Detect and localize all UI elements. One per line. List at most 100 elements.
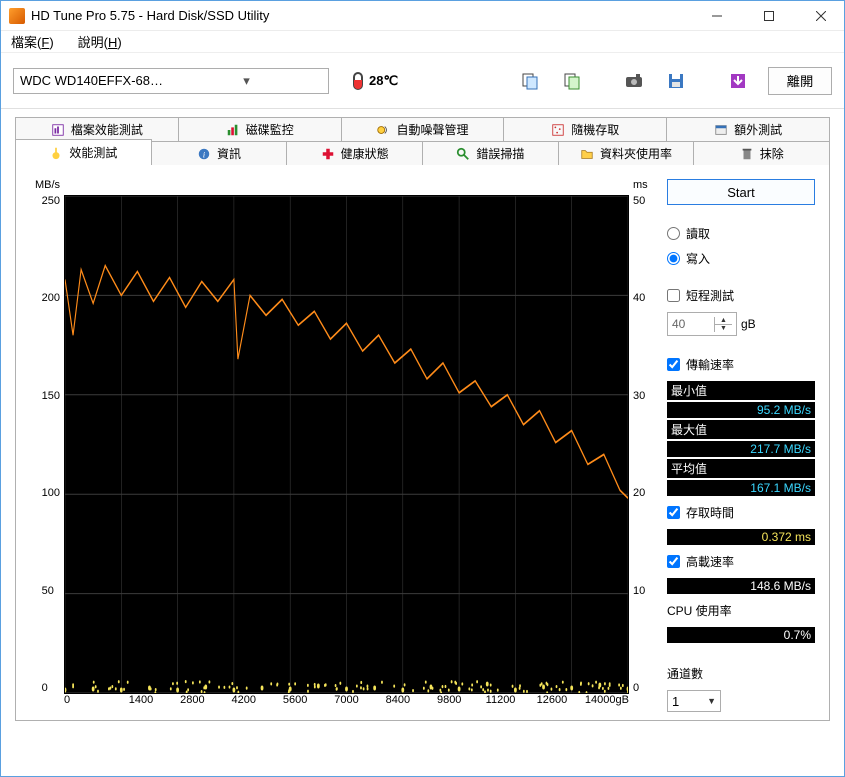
app-window: HD Tune Pro 5.75 - Hard Disk/SSD Utility… [0, 0, 845, 777]
channels-select[interactable]: 1 ▼ [667, 690, 721, 712]
menubar: 檔案(F) 說明(H) [1, 31, 844, 53]
stat-cpu-value: 0.7% [667, 627, 815, 643]
drive-select[interactable]: WDC WD140EFFX-68VBXN0 (14000 gB) ▾ [13, 68, 329, 94]
mode-read-radio[interactable]: 讀取 [667, 225, 815, 242]
thermometer-icon [353, 72, 363, 90]
write-label: 寫入 [686, 250, 710, 267]
tab-benchmark[interactable]: 效能測試 [15, 139, 152, 165]
chevron-down-icon: ▼ [707, 696, 716, 706]
access-time-check[interactable]: 存取時間 [667, 504, 815, 521]
benchmark-content: MB/s 250200150100500 [16, 165, 829, 720]
maximize-button[interactable] [746, 1, 792, 31]
channels-value: 1 [672, 694, 679, 709]
burst-rate-checkbox[interactable] [667, 555, 680, 568]
camera-icon [624, 71, 644, 91]
tab-file-benchmark[interactable]: 檔案效能測試 [15, 117, 179, 141]
tabs-area: 檔案效能測試 磁碟監控 自動噪聲管理 隨機存取 額外測試 效能測試i資訊健康狀態 錯誤掃描… [1, 109, 844, 721]
erase-icon [740, 147, 754, 161]
exit-button[interactable]: 離開 [768, 67, 832, 95]
error-scan-icon [456, 147, 470, 161]
tab-aam[interactable]: 自動噪聲管理 [342, 117, 505, 141]
stat-min-label: 最小值 [667, 381, 815, 400]
transfer-rate-label: 傳輸速率 [686, 356, 734, 373]
benchmark-icon [49, 146, 63, 160]
short-length-spin: ▲▼ gB [667, 312, 815, 336]
tab-page-benchmark: MB/s 250200150100500 [15, 165, 830, 721]
stat-min-value: 95.2 MB/s [667, 402, 815, 418]
access-time-checkbox[interactable] [667, 506, 680, 519]
transfer-stats: 最小值 95.2 MB/s 最大值 217.7 MB/s 平均值 167.1 M… [667, 381, 815, 496]
close-button[interactable] [798, 1, 844, 31]
spin-arrows[interactable]: ▲▼ [714, 317, 732, 332]
stat-avg-label: 平均值 [667, 459, 815, 478]
channels-label: 通道數 [667, 665, 703, 682]
copy-screenshot-icon [562, 71, 582, 91]
mode-write-radio[interactable]: 寫入 [667, 250, 815, 267]
download-icon [728, 71, 748, 91]
side-panel: Start 讀取 寫入 短程測試 [667, 179, 815, 712]
tab-label: 錯誤掃描 [476, 145, 524, 162]
load-result-button[interactable] [722, 67, 754, 95]
info-icon: i [197, 147, 211, 161]
temperature-value: 28℃ [369, 73, 398, 89]
minimize-button[interactable] [694, 1, 740, 31]
health-icon [321, 147, 335, 161]
tab-label: 抹除 [760, 145, 784, 162]
tab-label: 額外測試 [734, 121, 782, 138]
file-benchmark-icon [51, 123, 65, 137]
copy-text-icon [520, 71, 540, 91]
tab-health[interactable]: 健康狀態 [287, 141, 423, 165]
x-axis-ticks: 0140028004200560070008400980011200126001… [64, 694, 629, 712]
random-access-icon [551, 123, 565, 137]
menu-help[interactable]: 說明(H) [72, 31, 128, 52]
toolbar: WDC WD140EFFX-68VBXN0 (14000 gB) ▾ 28℃ 離… [1, 53, 844, 109]
write-radio-input[interactable] [667, 252, 680, 265]
temperature-display: 28℃ [339, 68, 412, 94]
tab-extra-tests[interactable]: 額外測試 [667, 117, 830, 141]
stat-access-value: 0.372 ms [667, 529, 815, 545]
short-test-checkbox[interactable] [667, 289, 680, 302]
copy-text-button[interactable] [514, 67, 546, 95]
short-length-unit: gB [741, 317, 756, 331]
stat-avg-value: 167.1 MB/s [667, 480, 815, 496]
short-length-input[interactable] [668, 317, 714, 331]
transfer-rate-check[interactable]: 傳輸速率 [667, 356, 815, 373]
tab-info[interactable]: i資訊 [152, 141, 288, 165]
tab-error-scan[interactable]: 錯誤掃描 [423, 141, 559, 165]
tab-disk-monitor[interactable]: 磁碟監控 [179, 117, 342, 141]
short-test-label: 短程測試 [686, 287, 734, 304]
app-icon [9, 8, 25, 24]
short-length-field[interactable]: ▲▼ [667, 312, 737, 336]
save-icon [666, 71, 686, 91]
tab-random-access[interactable]: 隨機存取 [504, 117, 667, 141]
cpu-usage-label: CPU 使用率 [667, 602, 815, 619]
short-test-check[interactable]: 短程測試 [667, 287, 815, 304]
benchmark-chart [64, 195, 629, 694]
burst-rate-check[interactable]: 高載速率 [667, 553, 815, 570]
tab-erase[interactable]: 抹除 [694, 141, 830, 165]
tab-label: 檔案效能測試 [71, 121, 143, 138]
chevron-down-icon: ▾ [171, 73, 322, 89]
tab-folder-usage[interactable]: 資料夾使用率 [559, 141, 695, 165]
y-axis-left: MB/s 250200150100500 [30, 179, 64, 712]
save-result-button[interactable] [660, 67, 692, 95]
tab-row-lower: 效能測試i資訊健康狀態 錯誤掃描 資料夾使用率 抹除 [15, 141, 830, 165]
transfer-rate-checkbox[interactable] [667, 358, 680, 371]
tab-label: 磁碟監控 [246, 121, 294, 138]
copy-screenshot-button[interactable] [556, 67, 588, 95]
y-left-unit: MB/s [35, 179, 60, 195]
screenshot-button[interactable] [618, 67, 650, 95]
aam-icon [376, 123, 390, 137]
read-radio-input[interactable] [667, 227, 680, 240]
tab-label: 自動噪聲管理 [396, 121, 468, 138]
stat-max-label: 最大值 [667, 420, 815, 439]
burst-rate-label: 高載速率 [686, 553, 734, 570]
stat-burst-value: 148.6 MB/s [667, 578, 815, 594]
start-button[interactable]: Start [667, 179, 815, 205]
read-label: 讀取 [686, 225, 710, 242]
window-title: HD Tune Pro 5.75 - Hard Disk/SSD Utility [31, 8, 688, 23]
y-axis-right: ms 50403020100 [629, 179, 653, 712]
tab-label: 資料夾使用率 [600, 145, 672, 162]
drive-select-value: WDC WD140EFFX-68VBXN0 (14000 gB) [20, 73, 171, 88]
menu-file[interactable]: 檔案(F) [5, 31, 60, 52]
